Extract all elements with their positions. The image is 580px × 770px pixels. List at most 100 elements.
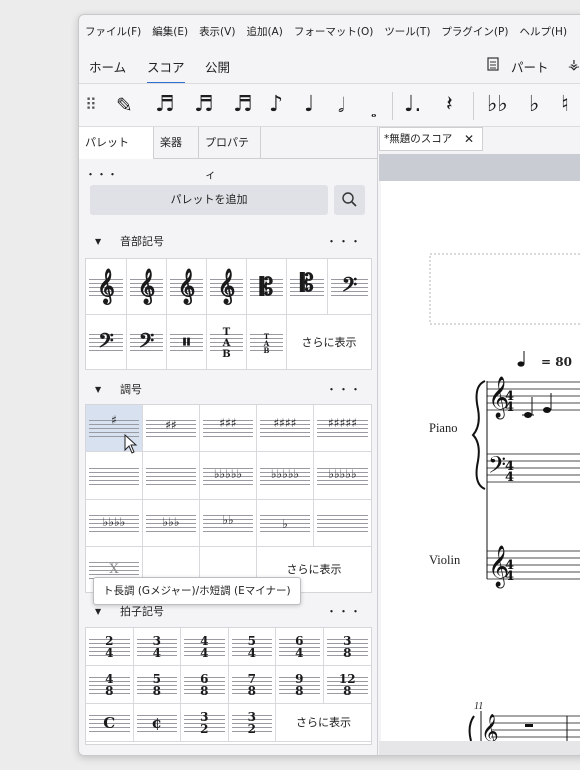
parts-button[interactable]: パート — [511, 57, 549, 76]
tab-more-label: ・・・ — [85, 168, 118, 181]
treble-clef-cell[interactable]: 𝄞 — [86, 259, 127, 315]
time-signature-icon: 32 — [200, 704, 208, 735]
whole-note-icon[interactable]: 𝅝 — [371, 98, 377, 128]
key-cflat-major-cell[interactable]: ♭♭♭♭♭ — [200, 452, 257, 500]
key-two-flats-icon: ♭♭ — [222, 513, 234, 527]
alto-clef-cell[interactable]: 𝄡 — [247, 259, 287, 315]
key-f-major-cell[interactable]: ♭ — [257, 500, 314, 547]
tab-properties[interactable]: プロパティ — [199, 127, 261, 181]
keys-header[interactable]: ▼ 調号 ・・・ — [85, 379, 370, 401]
time-signature-denominator: 2 — [247, 722, 256, 736]
time-signature-cell[interactable]: 78 — [228, 666, 276, 704]
time-signature-cell[interactable]: 12 8 — [323, 666, 371, 704]
menu-view[interactable]: 表示(V) — [199, 24, 235, 39]
key-b-major-cell[interactable]: ♯♯♯♯♯ — [314, 405, 371, 452]
time-signature-cell[interactable]: C — [86, 704, 134, 742]
sixtyfourth-note-icon[interactable]: ♬ — [155, 90, 175, 120]
menu-edit[interactable]: 編集(E) — [152, 24, 188, 39]
menu-add[interactable]: 追加(A) — [246, 24, 282, 39]
clefs-more-button[interactable]: ・・・ — [326, 231, 362, 253]
key-d-major-cell[interactable]: ♯♯ — [143, 405, 200, 452]
tab-palettes[interactable]: パレット ・・・ — [79, 127, 154, 181]
menu-tools[interactable]: ツール(T) — [384, 24, 430, 39]
time-signature-cell[interactable]: 98 — [276, 666, 324, 704]
keys-more-button[interactable]: ・・・ — [326, 379, 362, 401]
tab-score[interactable]: スコア — [147, 57, 185, 84]
clefs-show-more-button[interactable]: さらに表示 — [287, 315, 371, 370]
key-eflat-major-cell[interactable]: ♭♭♭ — [143, 500, 200, 547]
half-note-icon[interactable]: 𝅗𝅥 — [338, 90, 344, 120]
flat-icon[interactable]: ♭ — [529, 90, 539, 120]
add-palette-button[interactable]: パレットを追加 — [90, 185, 328, 215]
rest-icon[interactable]: 𝄽 — [446, 90, 453, 120]
time-signature-cell[interactable]: 38 — [323, 628, 371, 666]
key-a-major-icon: ♯♯♯ — [219, 416, 237, 430]
measure-number: 11 — [474, 701, 484, 712]
tenor-clef-icon: 𝄡 — [300, 268, 314, 297]
time-signature-cell[interactable]: 64 — [276, 628, 324, 666]
time-signature-cell[interactable]: 32 — [228, 704, 276, 742]
bass-clef-cell[interactable]: 𝄢 — [328, 259, 371, 315]
score-document-tab[interactable]: *無題のスコア ✕ — [379, 127, 483, 151]
menu-plugins[interactable]: プラグイン(P) — [441, 24, 508, 39]
score-tab-title: *無題のスコア — [384, 133, 453, 145]
key-e-major-cell[interactable]: ♯♯♯♯ — [257, 405, 314, 452]
time-more-button[interactable]: ・・・ — [326, 601, 362, 623]
key-a-major-cell[interactable]: ♯♯♯ — [200, 405, 257, 452]
menu-file[interactable]: ファイル(F) — [85, 24, 141, 39]
time-signature-cell[interactable]: 24 — [86, 628, 134, 666]
treble-8va-clef-cell[interactable]: 𝄞 — [127, 259, 167, 315]
treble-15ma-clef-icon: 𝄞 — [177, 269, 196, 304]
key-g-major-icon: ♯ — [111, 413, 117, 427]
key-aflat-major-cell[interactable]: ♭♭♭♭ — [86, 500, 143, 547]
toolbar-divider — [473, 92, 474, 120]
key-bflat-major-cell[interactable]: ♭♭ — [200, 500, 257, 547]
time-signature-cell[interactable]: 32 — [181, 704, 229, 742]
menu-format[interactable]: フォーマット(O) — [294, 24, 373, 39]
time-signature-icon: 12 8 — [339, 666, 356, 697]
time-signature-icon: 38 — [343, 628, 351, 659]
dotted-note-icon[interactable]: ♩. — [404, 90, 421, 120]
treble-15ma-clef-cell[interactable]: 𝄞 — [167, 259, 207, 315]
time-signature-cell[interactable]: 54 — [228, 628, 276, 666]
double-flat-icon[interactable]: ♭♭ — [487, 90, 508, 120]
tab-publish[interactable]: 公開 — [205, 57, 230, 76]
time-signature-icon: 54 — [248, 628, 256, 659]
time-show-more-button[interactable]: さらに表示 — [276, 704, 371, 742]
pencil-icon[interactable]: ✎ — [116, 90, 133, 120]
time-signature-cell[interactable]: 44 — [181, 628, 229, 666]
time-signature-cell[interactable]: 34 — [133, 628, 181, 666]
menu-help[interactable]: ヘルプ(H) — [519, 24, 567, 39]
key-dflat-major-cell[interactable]: ♭♭♭♭♭ — [314, 452, 371, 500]
tab-instruments[interactable]: 楽器 — [154, 127, 199, 159]
bass-8va-clef-cell[interactable]: 𝄢 — [86, 315, 127, 370]
percussion-clef-cell[interactable]: 𝄥 — [167, 315, 207, 370]
thirtysecond-note-icon[interactable]: ♬ — [194, 90, 214, 120]
tab-small-clef-cell[interactable]: TAB — [247, 315, 287, 370]
tab-clef-cell[interactable]: TAB — [207, 315, 247, 370]
mixer-icon[interactable]: ⚶ — [568, 57, 580, 73]
key-fsharp-major-cell[interactable] — [86, 452, 143, 500]
close-tab-icon[interactable]: ✕ — [464, 128, 474, 150]
key-c-major-cell[interactable] — [314, 500, 371, 547]
search-button[interactable] — [334, 185, 365, 215]
time-signature-cell[interactable]: 58 — [133, 666, 181, 704]
time-signature-cell[interactable]: 68 — [181, 666, 229, 704]
key-gflat-major-cell[interactable]: ♭♭♭♭♭ — [257, 452, 314, 500]
tab-clef-icon: TAB — [222, 327, 231, 360]
time-signature-cell[interactable]: 48 — [86, 666, 134, 704]
bass-8vb-clef-cell[interactable]: 𝄢 — [127, 315, 167, 370]
tenor-clef-cell[interactable]: 𝄡 — [287, 259, 328, 315]
time-signature-cell[interactable]: ¢ — [133, 704, 181, 742]
mode-tabs: ホーム スコア 公開 パート ⚶ — [79, 48, 580, 84]
treble-8vb-clef-cell[interactable]: 𝄞 — [207, 259, 247, 315]
eighth-note-icon[interactable]: ♪ — [269, 90, 283, 120]
tab-home[interactable]: ホーム — [89, 57, 126, 76]
sixteenth-note-icon[interactable]: ♬ — [233, 90, 253, 120]
quarter-note-icon[interactable]: ♩ — [304, 90, 314, 120]
key-csharp-major-cell[interactable] — [143, 452, 200, 500]
drag-handle-icon[interactable]: ⠿ — [85, 90, 97, 120]
bass-8va-clef-icon: 𝄢 — [98, 328, 114, 357]
natural-icon[interactable]: ♮ — [561, 90, 569, 120]
clefs-header[interactable]: ▼ 音部記号 ・・・ — [85, 231, 370, 253]
